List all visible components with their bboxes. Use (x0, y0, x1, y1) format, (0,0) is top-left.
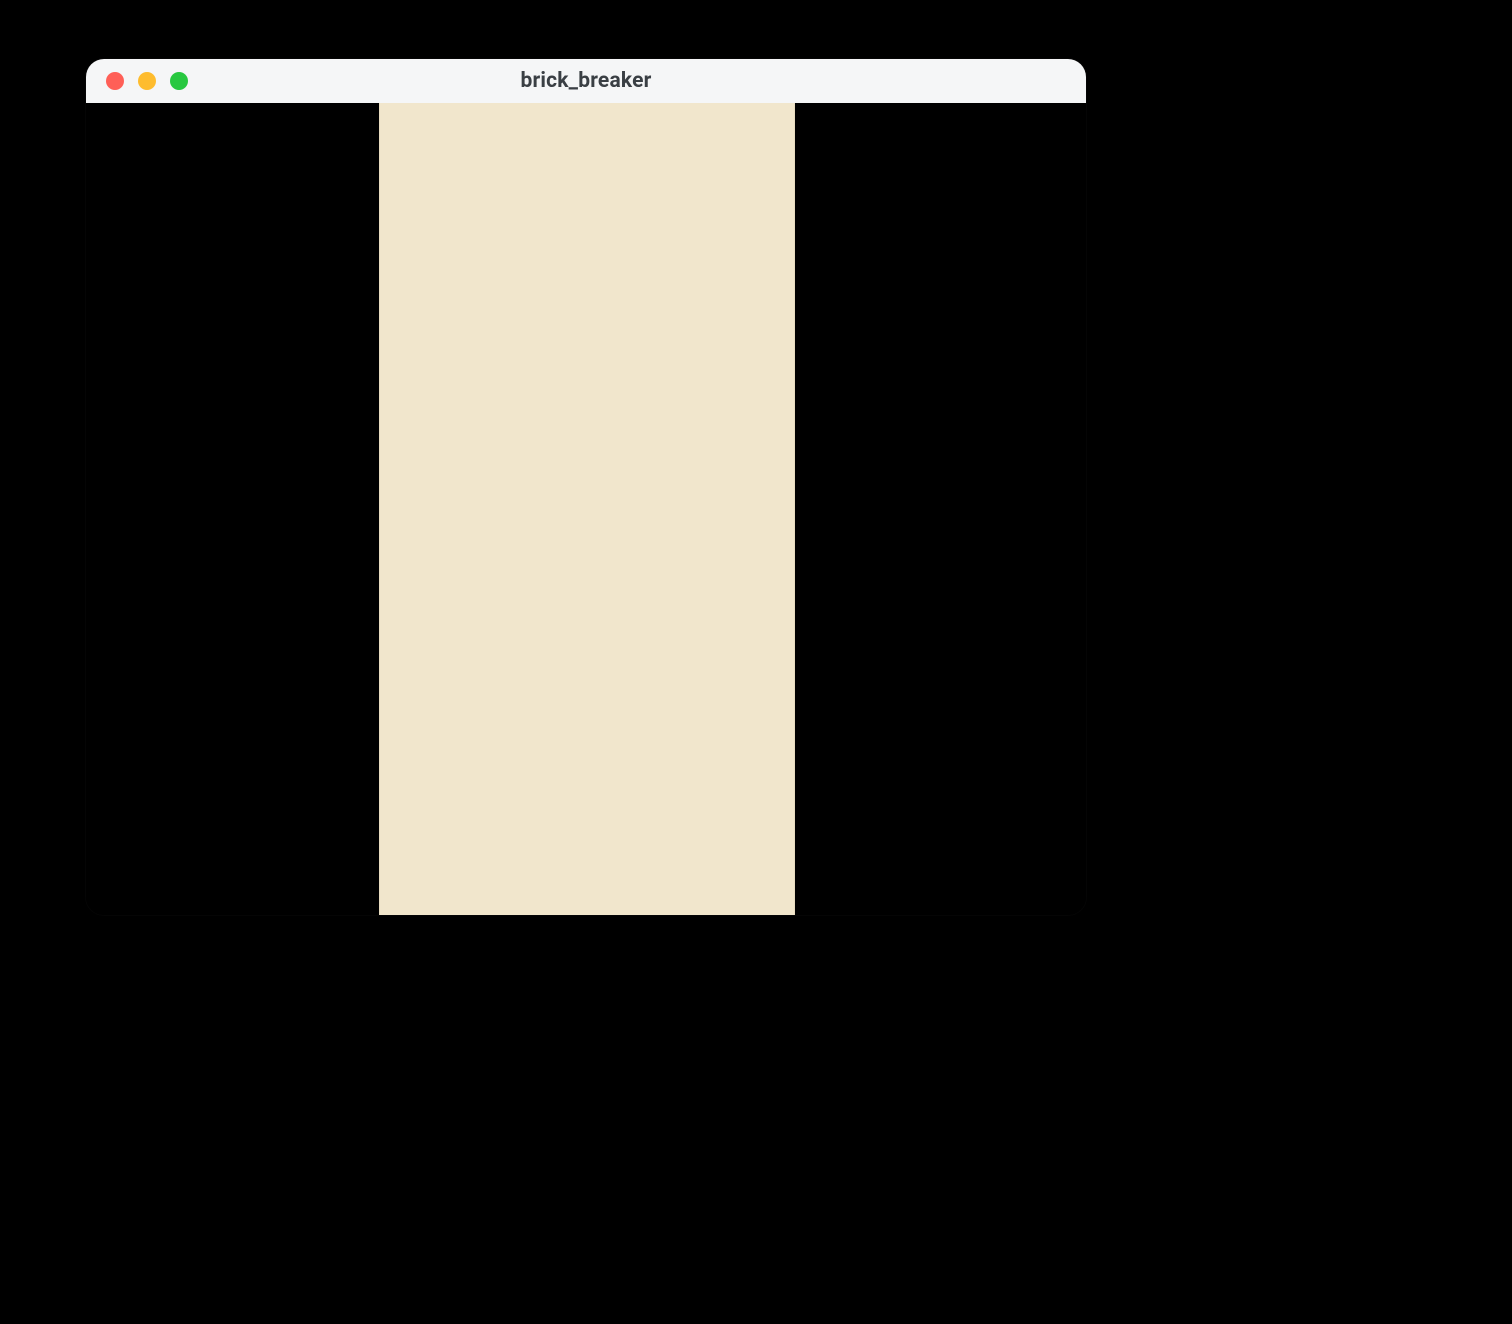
app-window: brick_breaker (86, 59, 1086, 915)
maximize-icon[interactable] (170, 72, 188, 90)
window-content (86, 103, 1086, 915)
minimize-icon[interactable] (138, 72, 156, 90)
titlebar[interactable]: brick_breaker (86, 59, 1086, 103)
window-title: brick_breaker (86, 69, 1086, 93)
close-icon[interactable] (106, 72, 124, 90)
traffic-lights (86, 59, 188, 103)
game-canvas[interactable] (379, 103, 795, 915)
